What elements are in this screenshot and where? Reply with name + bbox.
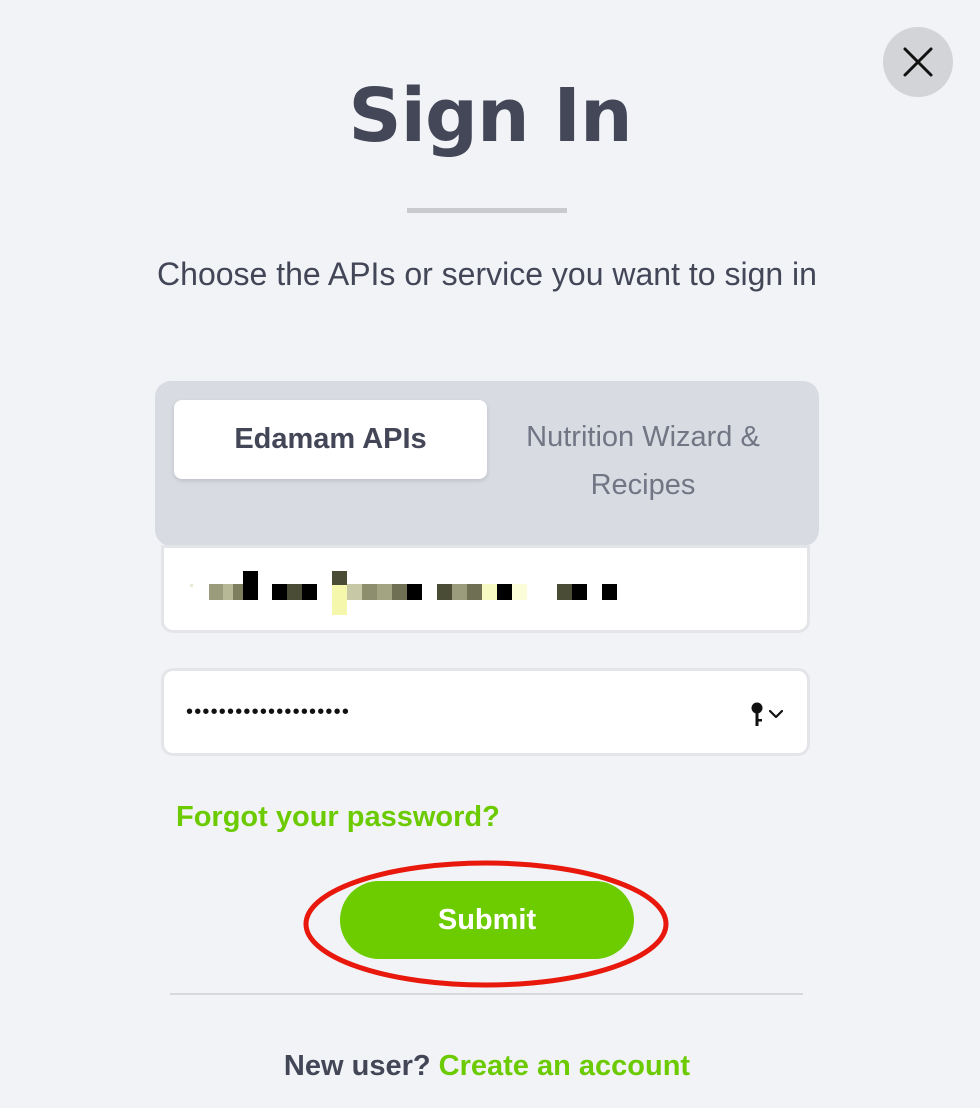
subtitle: Choose the APIs or service you want to s… [157, 256, 817, 292]
title-divider [407, 208, 567, 213]
create-account-link[interactable]: Create an account [439, 1050, 690, 1082]
footer-divider [170, 993, 803, 995]
key-icon [751, 702, 763, 726]
tab-edamam-apis[interactable]: Edamam APIs [174, 400, 487, 479]
password-field[interactable]: •••••••••••••••••••• [161, 668, 810, 756]
forgot-password-link[interactable]: Forgot your password? [176, 797, 500, 837]
password-input[interactable]: •••••••••••••••••••• [186, 697, 350, 727]
email-field[interactable] [161, 545, 810, 633]
email-input[interactable] [184, 548, 724, 630]
chevron-down-icon [768, 709, 784, 719]
signup-prompt: New user? Create an account [0, 1046, 974, 1086]
tab-nutrition-wizard-recipes[interactable]: Nutrition Wizard & Recipes [505, 413, 781, 509]
submit-button[interactable]: Submit [340, 881, 634, 959]
page-title: Sign In [348, 73, 632, 159]
sign-in-tabs: Edamam APIs Nutrition Wizard & Recipes [155, 381, 819, 546]
new-user-text: New user? [283, 1050, 431, 1082]
password-manager-button[interactable] [749, 701, 787, 727]
